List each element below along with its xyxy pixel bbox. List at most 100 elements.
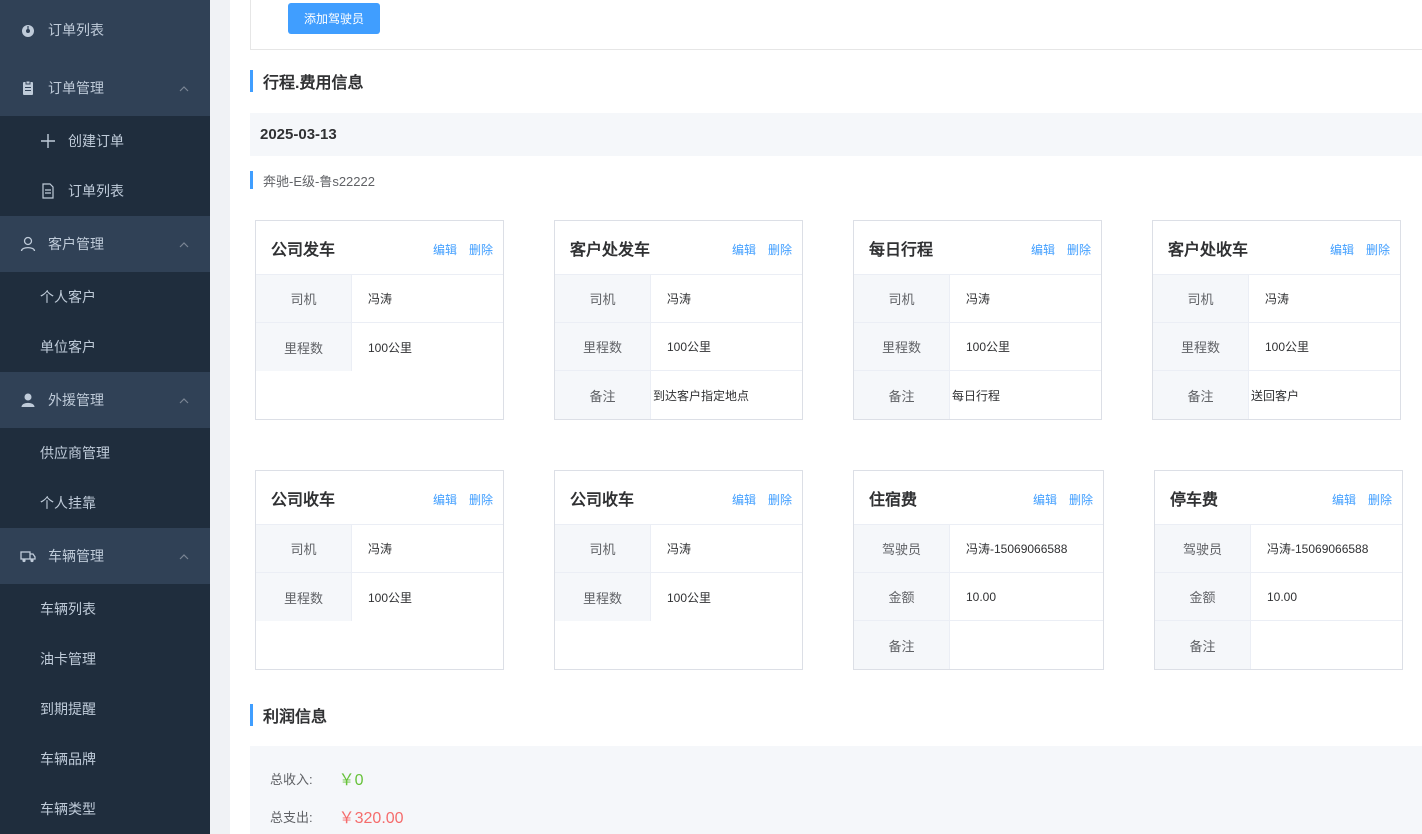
row-value: 100公里 [368, 340, 413, 355]
trip-date: 2025-03-13 [250, 113, 1422, 156]
row-label: 里程数 [1153, 323, 1249, 370]
row-label: 备注 [555, 371, 651, 419]
sidebar-item-vehicle-list[interactable]: 车辆列表 [0, 584, 210, 634]
trip-card: 公司收车 编辑 删除 司机 冯涛 里程数 100公里 [255, 470, 504, 670]
row-value: 冯涛 [667, 292, 692, 306]
sidebar-item-vehicle-brand[interactable]: 车辆品牌 [0, 734, 210, 784]
row-label: 司机 [555, 275, 651, 322]
card-title: 住宿费 [869, 491, 918, 509]
add-driver-button[interactable]: 添加驾驶员 [288, 3, 380, 34]
delete-link[interactable]: 删除 [768, 491, 792, 508]
row-value [1251, 621, 1402, 669]
driver-panel: 添加驾驶员 [250, 0, 1422, 50]
sidebar-item-order-list[interactable]: 订单列表 [0, 166, 210, 216]
row-label: 备注 [854, 621, 950, 669]
sidebar-group-label: 车辆管理 [48, 548, 104, 564]
clipboard-icon [20, 80, 36, 96]
expense-card: 停车费 编辑 删除 驾驶员 冯涛-15069066588 金额 10.00 备注 [1154, 470, 1403, 670]
sidebar-item-label: 订单列表 [68, 183, 124, 199]
chevron-up-icon [178, 82, 190, 94]
sidebar-group-customer-management[interactable]: 客户管理 [0, 216, 210, 272]
card-row: 驾驶员 冯涛-15069066588 [854, 525, 1103, 573]
sidebar-item-label: 个人挂靠 [40, 495, 96, 511]
sidebar-item-personal-affiliation[interactable]: 个人挂靠 [0, 478, 210, 528]
sidebar-group-order-management[interactable]: 订单管理 [0, 60, 210, 116]
delete-link[interactable]: 删除 [1069, 491, 1093, 508]
sidebar: 订单列表 订单管理 创建订单 订单列表 客户管理 个人客户 单位客户 外援管理 … [0, 0, 210, 834]
card-title: 公司收车 [271, 491, 336, 509]
delete-link[interactable]: 删除 [1368, 491, 1392, 508]
row-value: 100公里 [966, 340, 1011, 354]
total-expense-label: 总支出: [270, 809, 313, 825]
row-value: 冯涛 [368, 542, 393, 556]
row-label: 金额 [854, 573, 950, 620]
edit-link[interactable]: 编辑 [1031, 241, 1055, 258]
row-label: 司机 [854, 275, 950, 322]
row-label: 里程数 [555, 323, 651, 370]
card-row: 里程数 100公里 [555, 323, 802, 371]
edit-link[interactable]: 编辑 [732, 491, 756, 508]
sidebar-item-label: 到期提醒 [40, 701, 96, 717]
card-title: 客户处发车 [570, 241, 651, 259]
sidebar-group-vehicle-management[interactable]: 车辆管理 [0, 528, 210, 584]
chevron-up-icon [178, 238, 190, 250]
row-label: 里程数 [555, 573, 651, 621]
sidebar-item-personal-customer[interactable]: 个人客户 [0, 272, 210, 322]
sidebar-item-vehicle-type[interactable]: 车辆类型 [0, 784, 210, 834]
profit-section-title: 利润信息 [250, 704, 327, 726]
edit-link[interactable]: 编辑 [732, 241, 756, 258]
row-value: 冯涛 [667, 542, 692, 556]
sidebar-item-label: 创建订单 [68, 133, 124, 149]
sidebar-item-label: 车辆列表 [40, 601, 96, 617]
row-label: 备注 [1155, 621, 1251, 669]
card-row: 司机 冯涛 [555, 525, 802, 573]
card-row: 备注 [854, 621, 1103, 669]
card-row: 司机 冯涛 [256, 525, 503, 573]
card-row: 里程数 100公里 [256, 573, 503, 621]
sidebar-item-label: 单位客户 [40, 339, 96, 355]
card-row: 备注 [1155, 621, 1402, 669]
row-label: 备注 [854, 371, 950, 419]
edit-link[interactable]: 编辑 [1332, 491, 1356, 508]
sidebar-group-label: 订单管理 [48, 80, 104, 96]
edit-link[interactable]: 编辑 [1033, 491, 1057, 508]
card-title: 公司发车 [271, 241, 336, 259]
trip-card: 公司收车 编辑 删除 司机 冯涛 里程数 100公里 [554, 470, 803, 670]
sidebar-item-expiry-reminder[interactable]: 到期提醒 [0, 684, 210, 734]
row-value: 100公里 [368, 590, 413, 605]
card-row: 备注 送回客户 [1153, 371, 1400, 419]
delete-link[interactable]: 删除 [768, 241, 792, 258]
sidebar-item-label: 个人客户 [40, 289, 96, 305]
delete-link[interactable]: 删除 [1366, 241, 1390, 258]
sidebar-item-supplier-management[interactable]: 供应商管理 [0, 428, 210, 478]
card-row: 里程数 100公里 [256, 323, 503, 371]
card-row: 司机 冯涛 [854, 275, 1101, 323]
card-row: 金额 10.00 [1155, 573, 1402, 621]
row-label: 里程数 [256, 323, 352, 371]
chevron-up-icon [178, 394, 190, 406]
card-row: 里程数 100公里 [854, 323, 1101, 371]
card-row: 司机 冯涛 [555, 275, 802, 323]
edit-link[interactable]: 编辑 [1330, 241, 1354, 258]
total-income-value: ￥0 [338, 772, 364, 789]
row-label: 驾驶员 [854, 525, 950, 572]
delete-link[interactable]: 删除 [469, 241, 493, 258]
sidebar-item-create-order[interactable]: 创建订单 [0, 116, 210, 166]
sidebar-item-fuel-card[interactable]: 油卡管理 [0, 634, 210, 684]
sidebar-item-company-customer[interactable]: 单位客户 [0, 322, 210, 372]
trip-section-title: 行程.费用信息 [250, 70, 363, 92]
row-value: 每日行程 [952, 388, 1001, 403]
row-value: 10.00 [1267, 589, 1298, 604]
sidebar-item-order-list-top[interactable]: 订单列表 [0, 0, 210, 60]
edit-link[interactable]: 编辑 [433, 241, 457, 258]
delete-link[interactable]: 删除 [1067, 241, 1091, 258]
row-value: 冯涛-15069066588 [966, 542, 1068, 556]
edit-link[interactable]: 编辑 [433, 491, 457, 508]
row-value: 送回客户 [1251, 388, 1300, 403]
row-value: 冯涛 [966, 292, 991, 306]
delete-link[interactable]: 删除 [469, 491, 493, 508]
row-label: 备注 [1153, 371, 1249, 419]
sidebar-item-label: 供应商管理 [40, 445, 110, 461]
row-value: 到达客户指定地点 [653, 388, 750, 403]
sidebar-group-external-management[interactable]: 外援管理 [0, 372, 210, 428]
